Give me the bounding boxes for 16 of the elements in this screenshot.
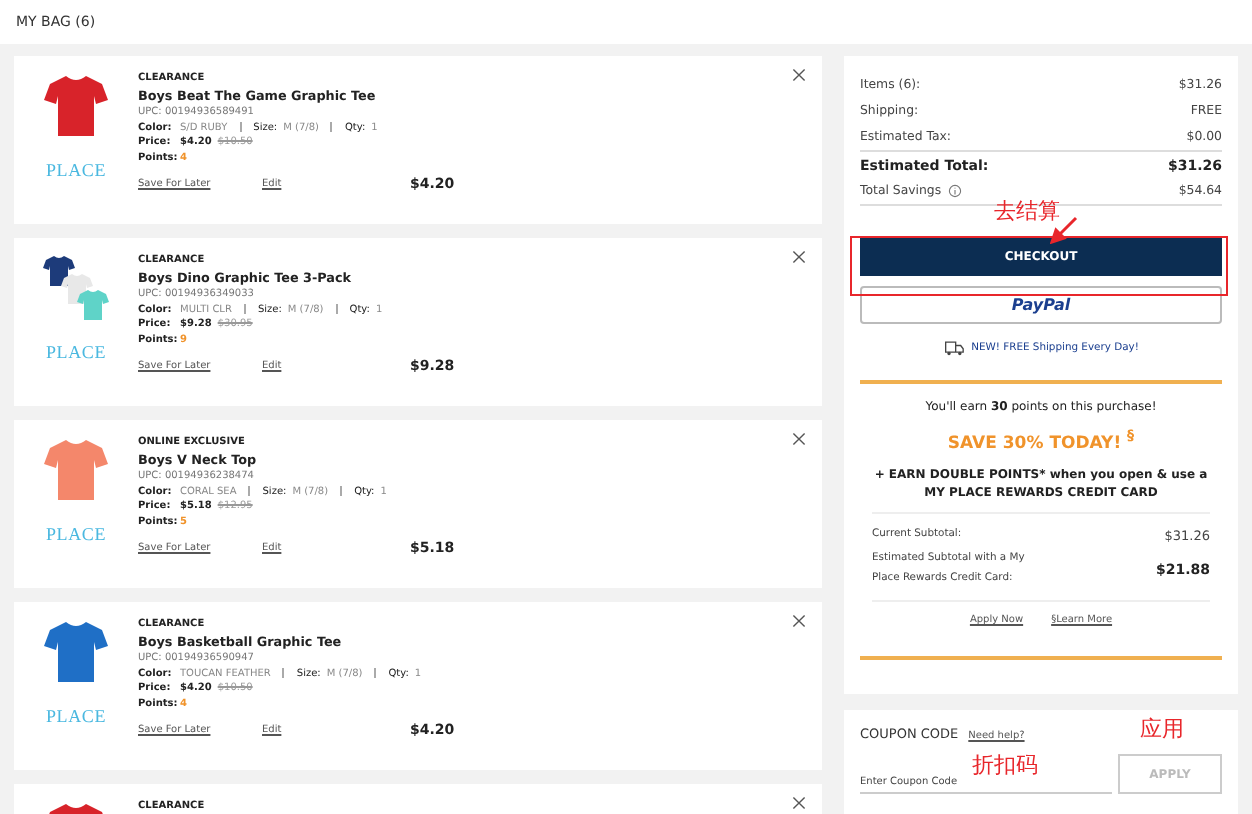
paypal-button[interactable]: PayPal [860,286,1222,324]
truck-icon [943,340,964,356]
brand-logo: PLACE [45,524,106,544]
savings-headline: SAVE 30% TODAY! $^{§}$ [947,426,1135,454]
annotation-note: 应用 [1140,714,1184,744]
close-icon[interactable] [792,432,806,446]
brand-logo: PLACE [45,160,106,180]
close-icon[interactable] [792,250,806,264]
close-icon[interactable] [792,68,806,82]
annotation-note: 折扣码 [972,750,1038,780]
annotation-note: 去结算 [994,196,1060,226]
close-icon[interactable] [792,796,806,810]
close-icon[interactable] [792,614,806,628]
brand-logo: PLACE [45,342,106,362]
info-icon [947,184,962,198]
brand-logo: PLACE [45,706,106,726]
